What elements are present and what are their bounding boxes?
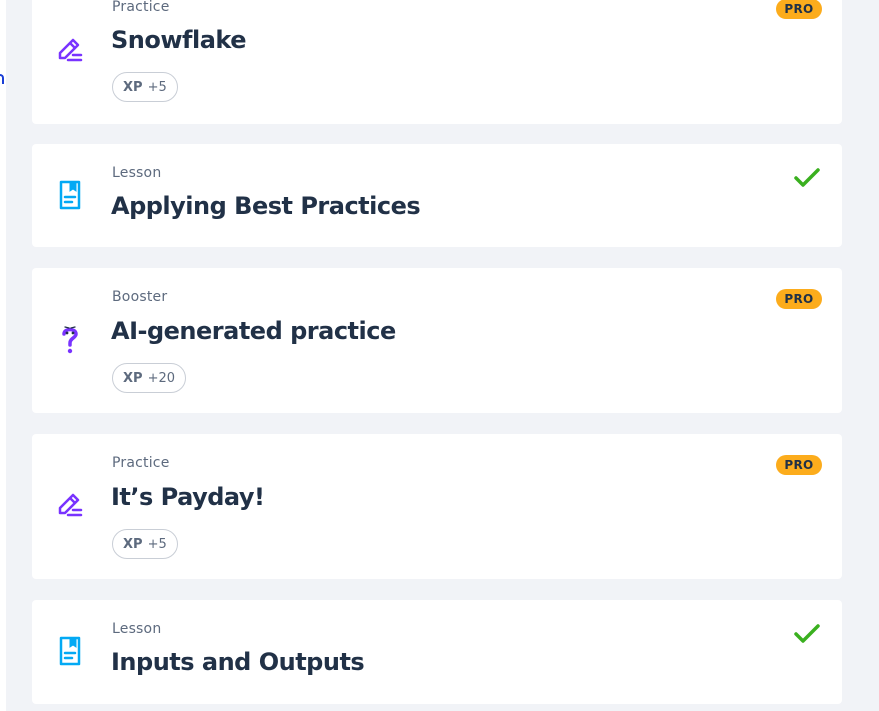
xp-value: +5 xyxy=(147,536,167,552)
xp-value: +20 xyxy=(147,370,175,386)
pro-badge: PRO xyxy=(776,0,822,19)
xp-badge: XP +20 xyxy=(112,363,186,393)
course-outline-page: Practice Snowflake XP +5 PRO Lesson Appl… xyxy=(0,0,879,711)
completed-check-icon xyxy=(793,166,821,190)
item-type-label: Booster xyxy=(112,289,168,305)
list-item-lesson-inputs-and-outputs[interactable]: Lesson Inputs and Outputs xyxy=(32,600,842,704)
xp-badge: XP +5 xyxy=(112,72,178,102)
item-type-label: Practice xyxy=(112,455,170,471)
lesson-document-icon xyxy=(54,635,86,667)
list-item-practice-its-payday[interactable]: Practice It’s Payday! XP +5 PRO xyxy=(32,434,842,579)
completed-check-icon xyxy=(793,622,821,646)
list-item-lesson-applying-best-practices[interactable]: Lesson Applying Best Practices xyxy=(32,144,842,247)
pencil-icon xyxy=(54,34,86,66)
item-title[interactable]: Applying Best Practices xyxy=(111,192,421,220)
list-item-practice-snowflake[interactable]: Practice Snowflake XP +5 PRO xyxy=(32,0,842,124)
item-title[interactable]: AI-generated practice xyxy=(111,317,396,345)
item-title[interactable]: It’s Payday! xyxy=(111,483,265,511)
list-item-booster-ai-generated-practice[interactable]: Booster AI-generated practice XP +20 PRO xyxy=(32,268,842,413)
item-type-label: Practice xyxy=(112,0,170,15)
pro-badge: PRO xyxy=(776,455,822,475)
xp-label: XP xyxy=(123,370,143,386)
xp-value: +5 xyxy=(147,79,167,95)
item-type-label: Lesson xyxy=(112,165,162,181)
pro-badge: PRO xyxy=(776,289,822,309)
xp-badge: XP +5 xyxy=(112,529,178,559)
xp-label: XP xyxy=(123,79,143,95)
item-title[interactable]: Snowflake xyxy=(111,26,247,54)
item-title[interactable]: Inputs and Outputs xyxy=(111,648,365,676)
pencil-icon xyxy=(54,489,86,521)
left-edge-marker xyxy=(0,74,4,84)
item-type-label: Lesson xyxy=(112,621,162,637)
xp-label: XP xyxy=(123,536,143,552)
question-mark-icon xyxy=(54,323,86,355)
lesson-document-icon xyxy=(54,179,86,211)
chapter-item-list: Practice Snowflake XP +5 PRO Lesson Appl… xyxy=(6,0,879,711)
